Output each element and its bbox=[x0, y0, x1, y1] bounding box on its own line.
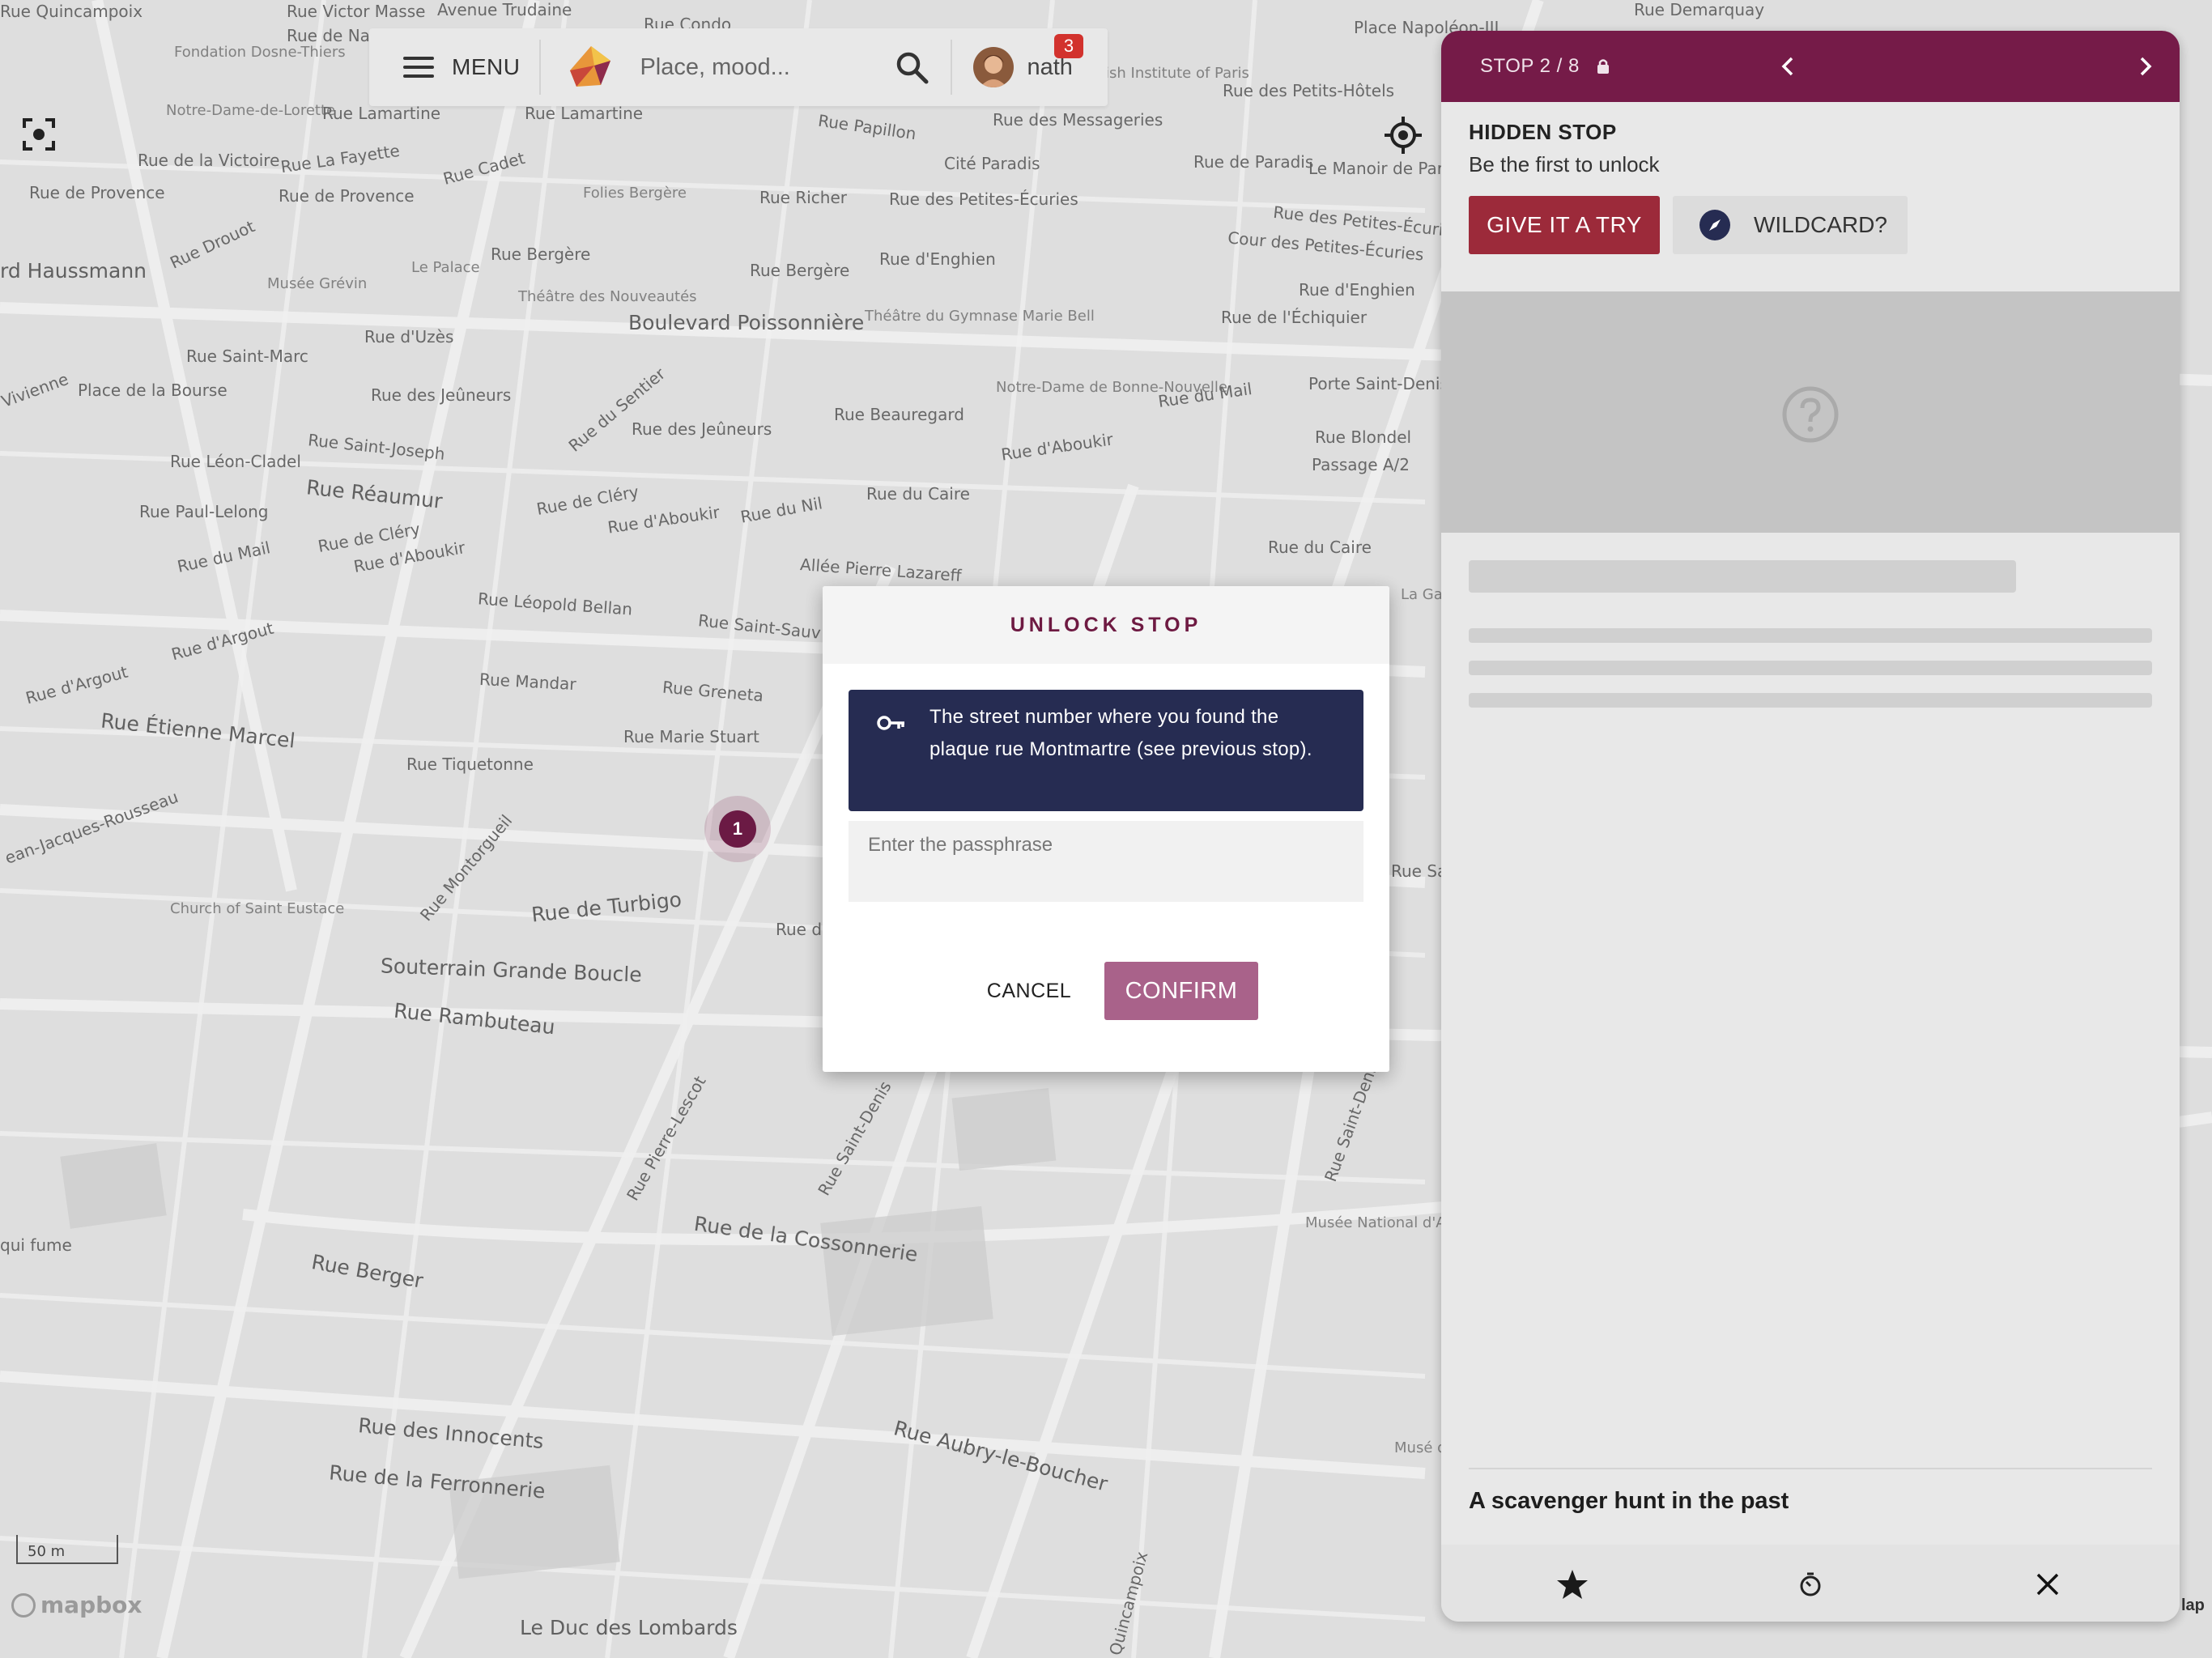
close-icon[interactable] bbox=[2031, 1567, 2065, 1601]
compass-icon bbox=[1699, 210, 1730, 240]
menu-button[interactable]: MENU bbox=[369, 28, 539, 106]
map-marker[interactable]: 1 bbox=[704, 796, 771, 862]
mapbox-wordmark: mapbox bbox=[40, 1592, 143, 1618]
confirm-button[interactable]: CONFIRM bbox=[1104, 962, 1258, 1020]
hamburger-icon bbox=[403, 57, 434, 78]
give-it-a-try-button[interactable]: GIVE IT A TRY bbox=[1469, 196, 1660, 254]
lock-icon bbox=[1597, 59, 1609, 74]
wildcard-button[interactable]: WILDCARD? bbox=[1673, 196, 1908, 254]
stop-title: HIDDEN STOP bbox=[1469, 120, 1617, 144]
panel-header: STOP 2 / 8 bbox=[1441, 31, 2180, 102]
skeleton-line bbox=[1469, 628, 2152, 643]
hint-box: The street number where you found the pl… bbox=[849, 690, 1363, 811]
stop-counter: STOP 2 / 8 bbox=[1480, 55, 1580, 77]
skeleton-line bbox=[1469, 661, 2152, 675]
divider bbox=[1469, 1468, 2152, 1469]
hint-text: The street number where you found the pl… bbox=[929, 706, 1312, 760]
divider bbox=[539, 40, 542, 95]
cancel-button[interactable]: CANCEL bbox=[960, 962, 1098, 1020]
skeleton-line bbox=[1469, 693, 2152, 708]
timer-icon[interactable] bbox=[1793, 1567, 1827, 1601]
map-scale: 50 m bbox=[16, 1535, 118, 1564]
search-icon[interactable] bbox=[892, 48, 931, 87]
dialog-header: UNLOCK STOP bbox=[823, 586, 1389, 664]
dialog-title: UNLOCK STOP bbox=[1010, 613, 1202, 636]
top-bar: MENU nath bbox=[369, 28, 1108, 106]
stop-panel: STOP 2 / 8 HIDDEN STOP Be the first to u… bbox=[1441, 31, 2180, 1622]
star-icon[interactable] bbox=[1555, 1567, 1589, 1601]
stop-subtitle: Be the first to unlock bbox=[1469, 152, 1660, 176]
brand-logo[interactable] bbox=[559, 35, 623, 100]
unlock-stop-dialog: UNLOCK STOP The street number where you … bbox=[823, 586, 1389, 1072]
mapbox-logo: mapbox bbox=[11, 1592, 142, 1618]
notification-badge: 3 bbox=[1054, 34, 1083, 58]
avatar bbox=[973, 47, 1015, 87]
question-mark-icon bbox=[1782, 386, 1839, 443]
search-input[interactable] bbox=[638, 53, 885, 82]
mapbox-mark-icon bbox=[11, 1592, 36, 1618]
hunt-title: A scavenger hunt in the past bbox=[1469, 1488, 1789, 1514]
marker-number: 1 bbox=[719, 810, 756, 848]
chevron-right-icon[interactable] bbox=[2129, 50, 2162, 83]
passphrase-input[interactable] bbox=[849, 821, 1363, 902]
map-attribution-fragment: lap bbox=[2181, 1596, 2205, 1614]
skeleton-line bbox=[1469, 560, 2016, 593]
fullscreen-focus-icon[interactable] bbox=[19, 115, 58, 154]
my-location-icon[interactable] bbox=[1383, 115, 1423, 155]
key-icon bbox=[877, 716, 904, 730]
wildcard-label: WILDCARD? bbox=[1754, 212, 1887, 237]
chevron-left-icon[interactable] bbox=[1772, 50, 1804, 83]
menu-label: MENU bbox=[452, 54, 521, 79]
